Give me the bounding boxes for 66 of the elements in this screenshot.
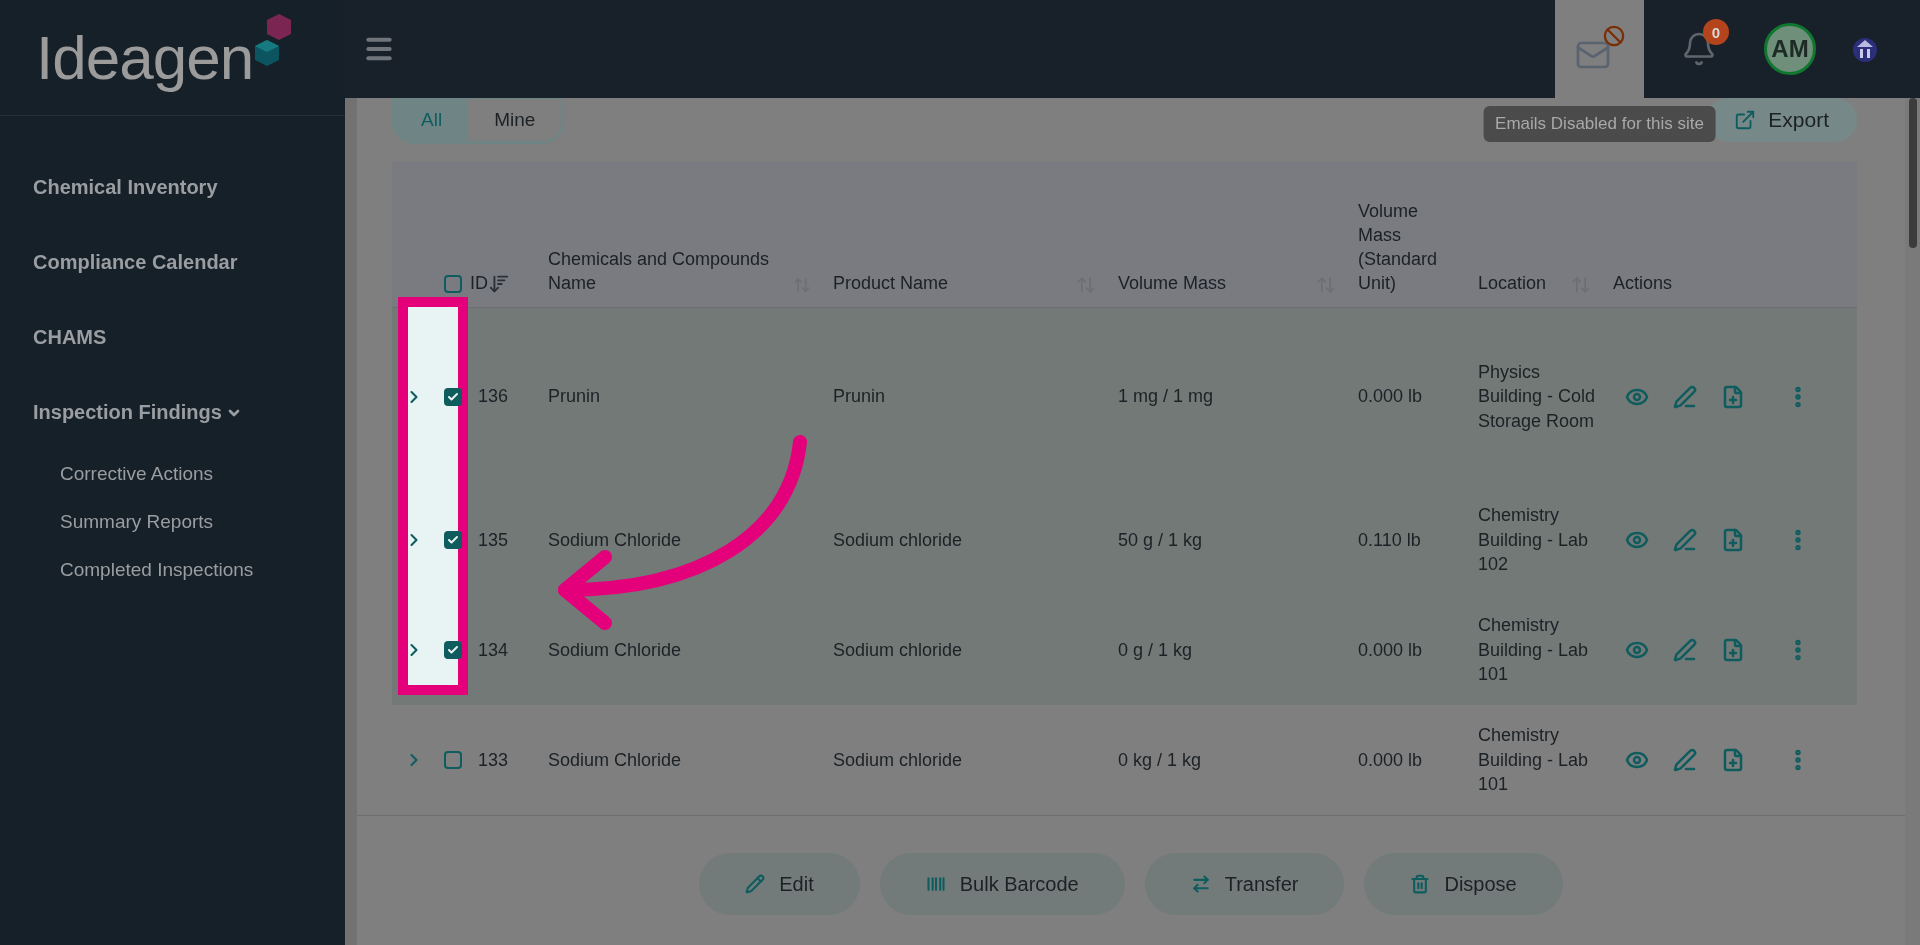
row-checkbox[interactable] bbox=[443, 751, 462, 769]
emblem-icon[interactable] bbox=[1852, 35, 1878, 63]
table-cell-text: Chemistry Building - Lab 101 bbox=[1477, 614, 1590, 687]
table-cell-text: Sodium Chloride bbox=[547, 528, 683, 552]
bulk-action-button[interactable]: Edit bbox=[699, 853, 860, 915]
column-header: Volume Mass (Standard Unit) bbox=[1358, 200, 1439, 295]
table-cell-text: 0 kg / 1 kg bbox=[1117, 748, 1203, 772]
table-cell-text: Sodium Chloride bbox=[547, 748, 683, 772]
sort-descending-icon[interactable] bbox=[488, 273, 510, 295]
table-cell-text: Chemistry Building - Lab 102 bbox=[1477, 504, 1590, 577]
check-icon bbox=[446, 390, 459, 403]
table-cell-text: 1 mg / 1 mg bbox=[1117, 385, 1215, 409]
check-icon bbox=[446, 534, 459, 546]
table-cell-text: 50 g / 1 kg bbox=[1117, 528, 1204, 552]
bulk-action-button[interactable]: Dispose bbox=[1364, 853, 1563, 915]
column-header[interactable]: Location bbox=[1478, 271, 1547, 295]
table-cell-text: 0.110 lb bbox=[1357, 528, 1422, 552]
table-cell-text: 0.000 lb bbox=[1357, 748, 1424, 772]
table-cell-text: Sodium chloride bbox=[832, 528, 964, 552]
file-plus-icon[interactable] bbox=[1721, 638, 1745, 662]
sidebar-item[interactable]: Inspection Findings bbox=[33, 375, 345, 450]
sidebar-item[interactable]: Compliance Calendar bbox=[33, 225, 345, 300]
export-icon bbox=[1734, 109, 1757, 131]
sidebar-subitem[interactable]: Completed Inspections bbox=[33, 546, 345, 594]
file-plus-icon[interactable] bbox=[1721, 748, 1745, 772]
id-cell-text: 133 bbox=[477, 748, 510, 772]
user-avatar[interactable]: AM bbox=[1764, 23, 1816, 75]
check-icon bbox=[446, 644, 459, 656]
column-header: Actions bbox=[1613, 272, 1673, 295]
trash-icon bbox=[1410, 874, 1431, 894]
scrollbar-thumb[interactable] bbox=[1908, 98, 1917, 248]
table-cell-text: 0.000 lb bbox=[1357, 385, 1424, 409]
table-cell-text: Chemistry Building - Lab 101 bbox=[1477, 724, 1590, 797]
column-header[interactable]: Volume Mass bbox=[1118, 271, 1227, 295]
select-all-checkbox[interactable] bbox=[443, 275, 462, 293]
arrows-icon bbox=[1190, 874, 1211, 894]
notification-badge: 0 bbox=[1703, 19, 1729, 45]
table-cell-text: Prunin bbox=[832, 385, 887, 409]
table-cell-text: Sodium chloride bbox=[832, 748, 964, 772]
column-header[interactable]: ID bbox=[470, 271, 488, 295]
barcode-icon bbox=[925, 874, 946, 894]
pencil-icon[interactable] bbox=[1673, 748, 1697, 772]
bulk-action-button[interactable]: Bulk Barcode bbox=[879, 853, 1125, 915]
table-cell-text: 0 g / 1 kg bbox=[1117, 638, 1194, 662]
pencil-icon[interactable] bbox=[1673, 528, 1697, 552]
bulk-action-button[interactable]: Transfer bbox=[1144, 853, 1345, 915]
table-cell-text: 0.000 lb bbox=[1357, 638, 1424, 662]
tooltip: Emails Disabled for this site bbox=[1483, 106, 1716, 142]
pencil-icon[interactable] bbox=[1673, 384, 1697, 409]
file-plus-icon[interactable] bbox=[1721, 528, 1745, 552]
column-header[interactable]: Chemicals and Compounds Name bbox=[548, 247, 794, 295]
table-cell-text: Sodium Chloride bbox=[547, 638, 683, 662]
id-cell-text: 135 bbox=[477, 528, 510, 552]
table-cell-text: Sodium chloride bbox=[832, 638, 964, 662]
sidebar-subitem[interactable]: Summary Reports bbox=[33, 498, 345, 546]
column-header[interactable]: Product Name bbox=[833, 271, 949, 295]
sidebar-item[interactable]: Chemical Inventory bbox=[33, 150, 345, 225]
pencil-icon[interactable] bbox=[1673, 638, 1697, 662]
id-cell-text: 134 bbox=[477, 638, 510, 662]
sidebar-item[interactable]: CHAMS bbox=[33, 300, 345, 375]
pencil-icon bbox=[745, 874, 766, 894]
id-cell-text: 136 bbox=[477, 385, 510, 409]
file-plus-icon[interactable] bbox=[1721, 384, 1745, 409]
table-cell-text: Physics Building - Cold Storage Room bbox=[1477, 360, 1597, 433]
table-cell-text: Prunin bbox=[547, 385, 602, 409]
sidebar-subitem[interactable]: Corrective Actions bbox=[33, 450, 345, 498]
